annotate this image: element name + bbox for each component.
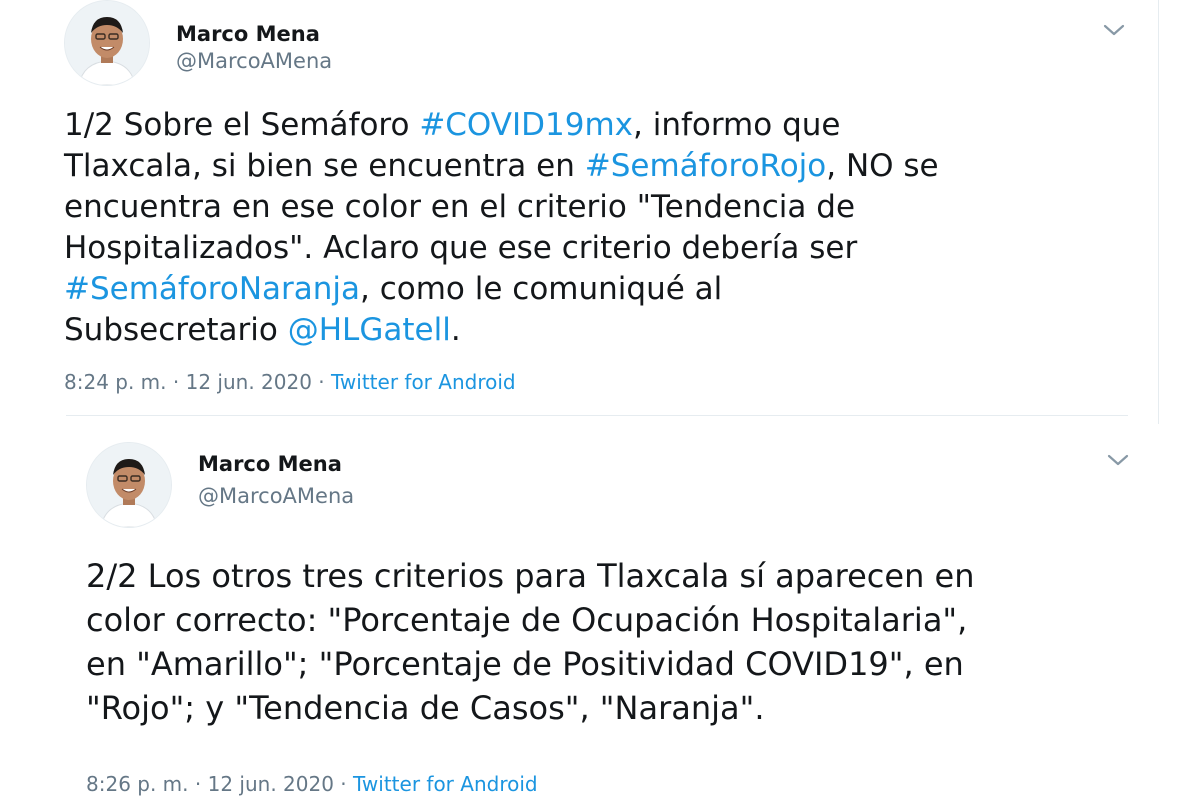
tweet-source-link[interactable]: Twitter for Android — [331, 370, 516, 394]
profile-photo — [87, 443, 171, 527]
hashtag-link[interactable]: #COVID19mx — [419, 107, 633, 143]
tweet-text: 1/2 Sobre el Semáforo #COVID19mx, inform… — [64, 105, 939, 351]
tweet-2: Marco Mena @MarcoAMena 2/2 Los otros tre… — [0, 424, 1200, 800]
tweet-text: 2/2 Los otros tres criterios para Tlaxca… — [86, 554, 975, 730]
tweet-line: Subsecretario @HLGatell. — [64, 310, 939, 351]
hashtag-link[interactable]: #SemáforoRojo — [585, 148, 827, 184]
text-segment: , informo que — [633, 107, 841, 143]
separator: · — [333, 772, 354, 796]
separator: · — [188, 772, 208, 796]
tweet-date[interactable]: 12 jun. 2020 — [186, 370, 312, 394]
tweet-meta: 8:26 p. m. · 12 jun. 2020 · Twitter for … — [86, 772, 538, 796]
chevron-down-icon[interactable] — [1104, 450, 1132, 470]
tweet-line: Tlaxcala, si bien se encuentra en #Semáf… — [64, 146, 939, 187]
tweet-line: color correcto: "Porcentaje de Ocupación… — [86, 601, 968, 639]
text-segment: Subsecretario — [64, 312, 288, 348]
tweet-line: encuentra en ese color en el criterio "T… — [64, 189, 856, 225]
chevron-down-icon[interactable] — [1100, 20, 1128, 40]
tweet-time[interactable]: 8:26 p. m. — [86, 772, 189, 796]
text-segment: , NO se — [826, 148, 939, 184]
text-segment: . — [450, 312, 461, 348]
hashtag-link[interactable]: #SemáforoNaranja — [64, 271, 360, 307]
divider — [66, 415, 1128, 416]
tweet-source-link[interactable]: Twitter for Android — [353, 772, 538, 796]
text-segment: , como le comuniqué al — [360, 271, 723, 307]
tweet-meta: 8:24 p. m. · 12 jun. 2020 · Twitter for … — [64, 370, 516, 394]
tweet-line: #SemáforoNaranja, como le comuniqué al — [64, 269, 939, 310]
tweet-line: Hospitalizados". Aclaro que ese criterio… — [64, 230, 858, 266]
separator: · — [166, 370, 186, 394]
separator: · — [311, 370, 332, 394]
tweet-line: 2/2 Los otros tres criterios para Tlaxca… — [86, 557, 975, 595]
author-name[interactable]: Marco Mena — [198, 452, 342, 476]
tweet-date[interactable]: 12 jun. 2020 — [208, 772, 334, 796]
avatar[interactable] — [86, 442, 172, 528]
author-name[interactable]: Marco Mena — [176, 22, 320, 46]
text-segment: 1/2 Sobre el Semáforo — [64, 107, 420, 143]
tweet-line: en "Amarillo"; "Porcentaje de Positivida… — [86, 645, 964, 683]
avatar[interactable] — [64, 0, 150, 86]
tweet-1: Marco Mena @MarcoAMena 1/2 Sobre el Semá… — [0, 0, 1159, 424]
tweet-line: 1/2 Sobre el Semáforo #COVID19mx, inform… — [64, 105, 939, 146]
tweet-time[interactable]: 8:24 p. m. — [64, 370, 167, 394]
text-segment: Tlaxcala, si bien se encuentra en — [64, 148, 585, 184]
author-handle[interactable]: @MarcoAMena — [176, 49, 332, 73]
tweet-line: "Rojo"; y "Tendencia de Casos", "Naranja… — [86, 689, 765, 727]
profile-photo — [65, 1, 149, 85]
author-handle[interactable]: @MarcoAMena — [198, 484, 354, 508]
mention-link[interactable]: @HLGatell — [288, 312, 451, 348]
